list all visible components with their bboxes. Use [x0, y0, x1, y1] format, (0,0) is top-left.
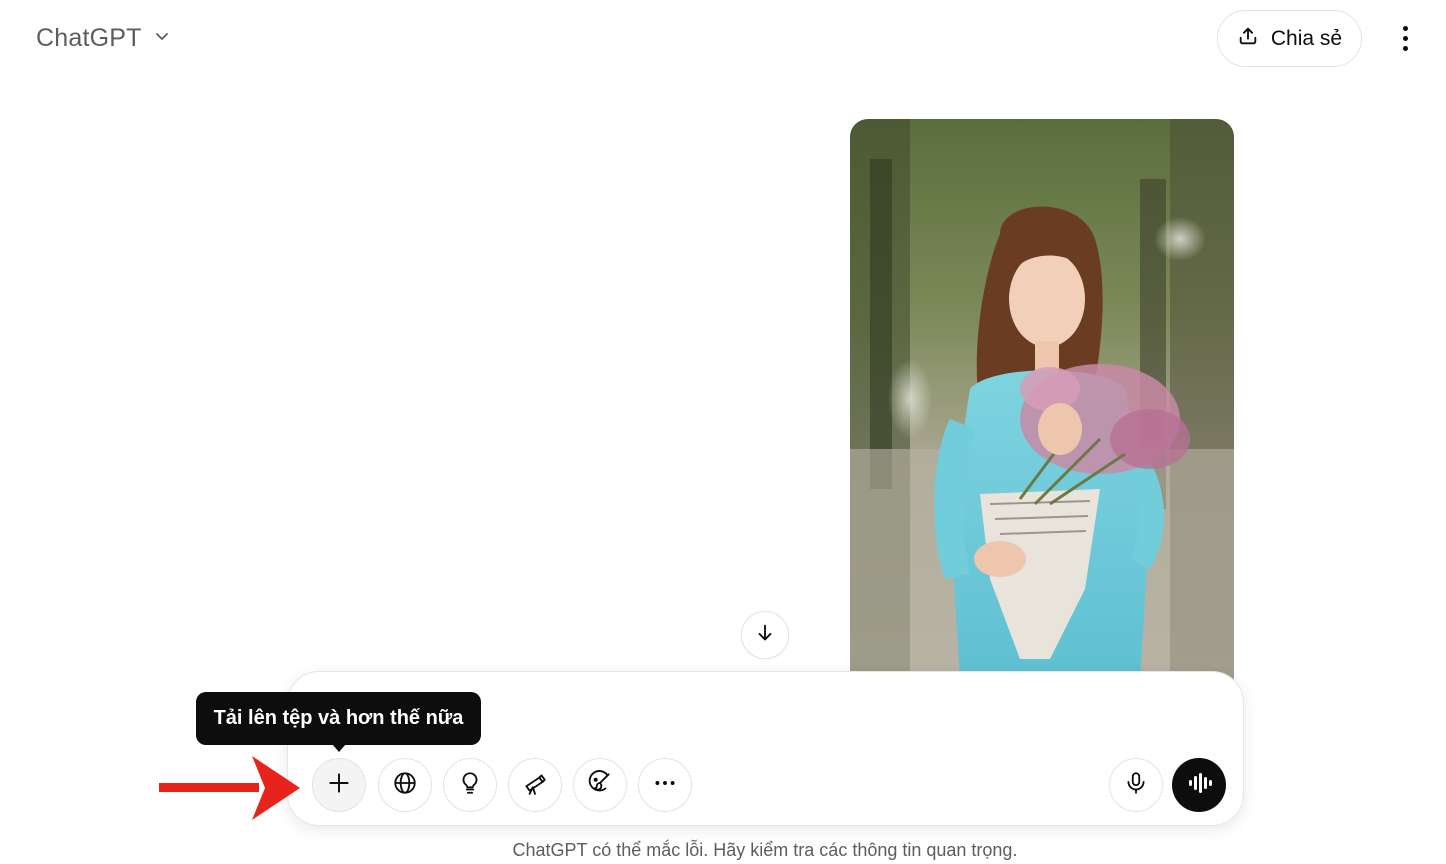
share-button[interactable]: Chia sẻ — [1217, 10, 1362, 67]
more-tools-button[interactable] — [638, 758, 692, 812]
model-name: ChatGPT — [36, 24, 142, 52]
plus-icon — [326, 770, 352, 801]
attach-upload-button[interactable] — [312, 758, 366, 812]
voice-mode-icon — [1184, 768, 1214, 803]
share-label: Chia sẻ — [1270, 26, 1343, 50]
chevron-down-icon — [152, 26, 172, 51]
tooltip-caret — [332, 744, 346, 752]
disclaimer-text: ChatGPT có thể mắc lỗi. Hãy kiểm tra các… — [512, 840, 1018, 860]
web-search-button[interactable] — [378, 758, 432, 812]
reason-button[interactable] — [443, 758, 497, 812]
more-options-button[interactable] — [1388, 20, 1422, 56]
scroll-to-bottom-button[interactable] — [741, 611, 789, 659]
telescope-icon — [522, 770, 548, 801]
more-vertical-icon-dot — [1402, 25, 1408, 31]
uploaded-photo[interactable] — [850, 119, 1234, 679]
tooltip: Tải lên tệp và hơn thế nữa — [196, 692, 481, 745]
deep-research-button[interactable] — [508, 758, 562, 812]
globe-icon — [392, 770, 418, 801]
voice-mode-button[interactable] — [1172, 758, 1226, 812]
more-horizontal-icon — [652, 770, 678, 801]
lightbulb-icon — [457, 770, 483, 801]
share-upload-icon — [1237, 25, 1259, 53]
more-vertical-icon-dot — [1402, 45, 1408, 51]
dictate-button[interactable] — [1109, 758, 1163, 812]
model-switcher[interactable]: ChatGPT — [36, 24, 172, 53]
microphone-icon — [1123, 770, 1149, 801]
more-vertical-icon-dot — [1402, 35, 1408, 41]
arrow-down-icon — [754, 622, 776, 649]
paintbrush-icon — [587, 769, 613, 801]
create-image-button[interactable] — [573, 758, 627, 812]
annotation-arrow — [157, 752, 302, 824]
